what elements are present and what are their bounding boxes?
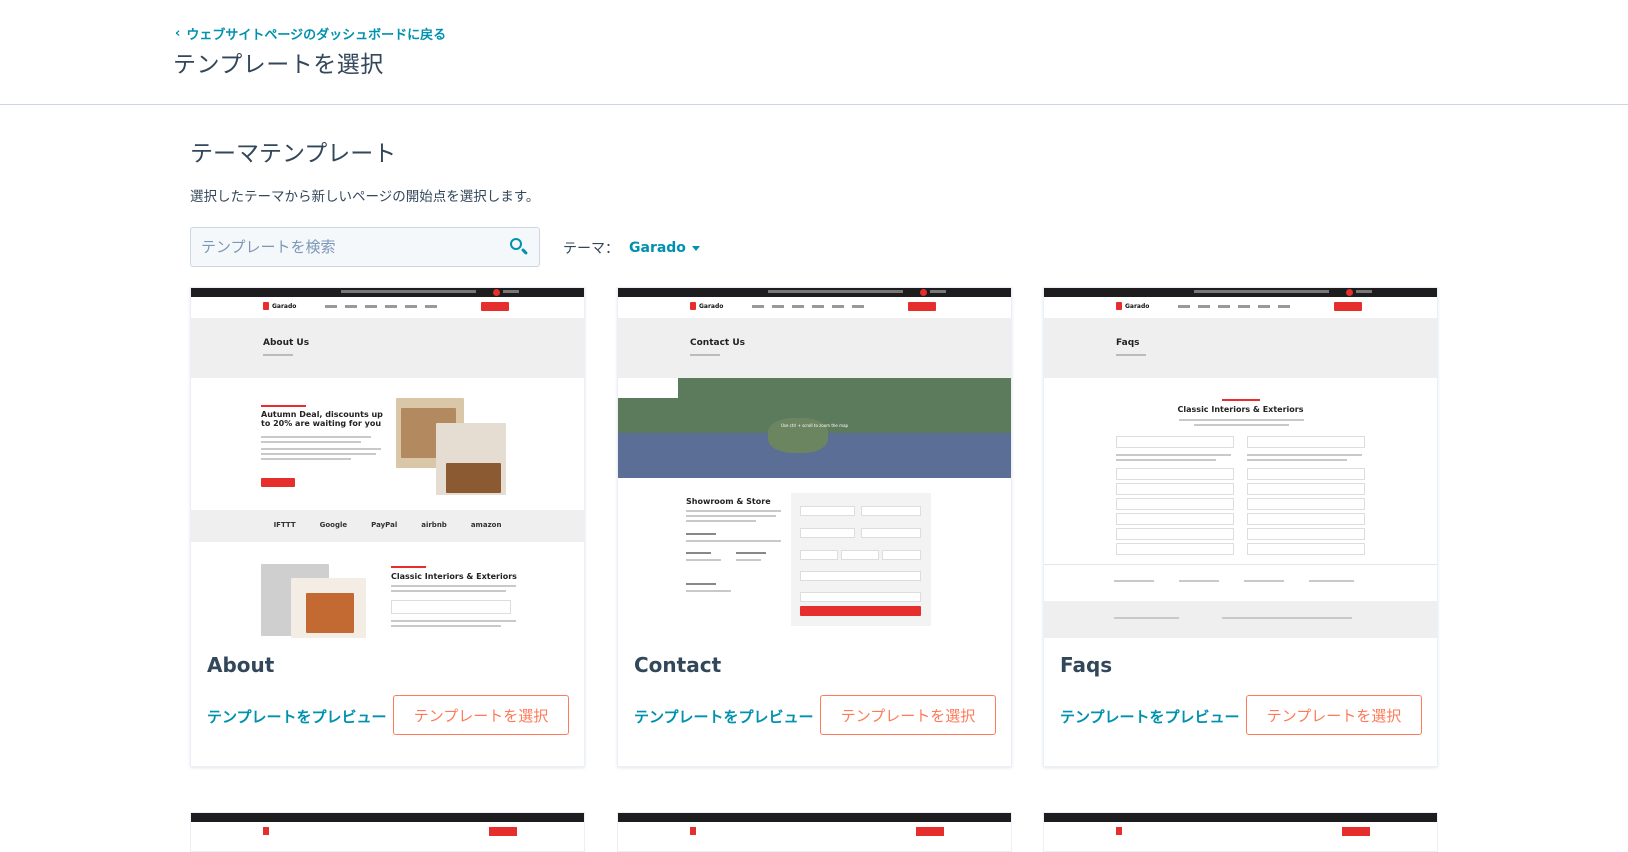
preview-template-link[interactable]: テンプレートをプレビュー — [1060, 706, 1240, 727]
template-thumbnail-faqs[interactable]: Garado Faqs Classic Interiors & Exterior… — [1044, 288, 1437, 638]
thumb-hero-title: About Us — [263, 338, 310, 348]
thumb-map-hint: Use ctrl + scroll to zoom the map — [780, 423, 849, 428]
thumb-logo: Garado — [1125, 302, 1150, 310]
card-title: Contact — [634, 653, 722, 677]
search-input[interactable] — [201, 238, 509, 256]
thumb-about-section2: Classic Interiors & Exteriors — [391, 572, 517, 581]
thumb-hero-title: Faqs — [1116, 338, 1140, 348]
section-title: テーマテンプレート — [190, 141, 397, 167]
preview-template-link[interactable]: テンプレートをプレビュー — [634, 706, 814, 727]
thumb-contact-store: Showroom & Store — [686, 497, 771, 506]
template-card-partial[interactable] — [617, 812, 1012, 852]
template-card-about: Garado About Us Autumn Deal, discounts u… — [190, 287, 585, 767]
thumb-about-headline: Autumn Deal, discounts up to 20% are wai… — [261, 410, 383, 428]
chevron-left-icon: ‹ — [175, 26, 181, 41]
thumb-brand: Google — [319, 521, 348, 529]
template-card-contact: Garado Contact Us Use ctrl + scroll to z… — [617, 287, 1012, 767]
page-title: テンプレートを選択 — [173, 52, 384, 78]
select-template-button[interactable]: テンプレートを選択 — [393, 695, 569, 735]
template-thumbnail-about[interactable]: Garado About Us Autumn Deal, discounts u… — [191, 288, 584, 638]
back-link-label: ウェブサイトページのダッシュボードに戻る — [186, 28, 447, 43]
back-to-dashboard-link[interactable]: ‹ ウェブサイトページのダッシュボードに戻る — [175, 24, 446, 43]
thumb-hero-title: Contact Us — [690, 338, 746, 348]
theme-filter-label: テーマ： — [563, 241, 619, 257]
template-card-partial[interactable] — [190, 812, 585, 852]
theme-dropdown[interactable]: Garado — [629, 240, 700, 256]
section-description: 選択したテーマから新しいページの開始点を選択します。 — [190, 189, 540, 205]
card-title: Faqs — [1060, 653, 1113, 677]
preview-template-link[interactable]: テンプレートをプレビュー — [207, 706, 387, 727]
thumb-faqs-section: Classic Interiors & Exteriors — [1177, 405, 1304, 414]
thumb-logo: Garado — [272, 302, 297, 310]
theme-filter: テーマ： Garado — [563, 238, 700, 258]
template-card-partial[interactable] — [1043, 812, 1438, 852]
search-icon[interactable] — [509, 237, 529, 257]
thumb-brand: amazon — [470, 521, 502, 529]
thumb-brand: PayPal — [371, 521, 398, 529]
card-title: About — [207, 653, 275, 677]
thumb-brand: airbnb — [421, 521, 447, 529]
thumb-brand: IFTTT — [273, 521, 296, 529]
select-template-button[interactable]: テンプレートを選択 — [820, 695, 996, 735]
page-header: ‹ ウェブサイトページのダッシュボードに戻る テンプレートを選択 — [0, 0, 1628, 105]
template-search — [190, 227, 540, 267]
template-card-faqs: Garado Faqs Classic Interiors & Exterior… — [1043, 287, 1438, 767]
select-template-button[interactable]: テンプレートを選択 — [1246, 695, 1422, 735]
caret-down-icon — [691, 245, 700, 251]
template-thumbnail-contact[interactable]: Garado Contact Us Use ctrl + scroll to z… — [618, 288, 1011, 638]
theme-dropdown-value: Garado — [629, 240, 686, 256]
thumb-logo: Garado — [699, 302, 724, 310]
